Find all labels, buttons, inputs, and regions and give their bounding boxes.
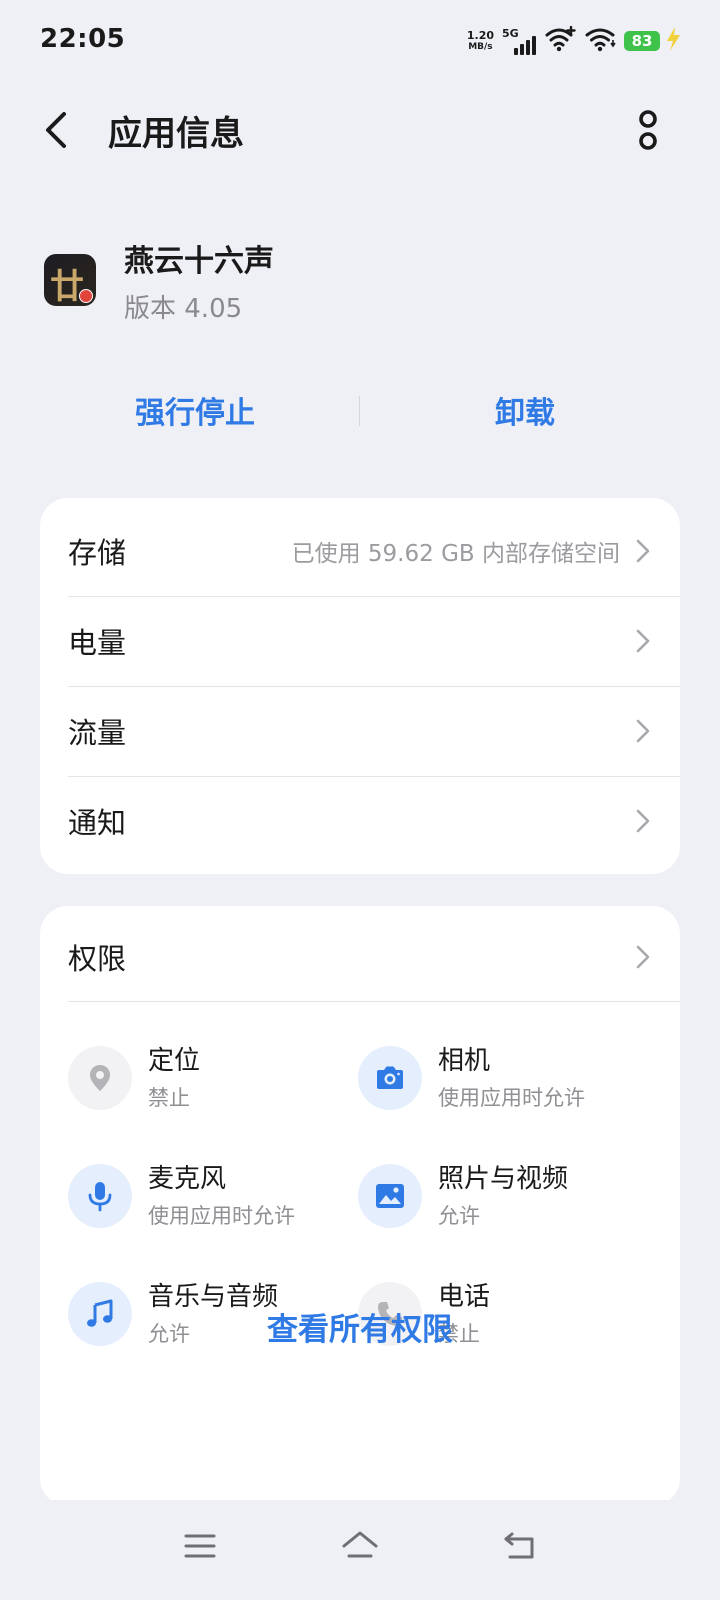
storage-label: 存储 [68,536,127,570]
recents-button[interactable] [176,1522,224,1570]
chevron-left-icon [46,112,66,148]
app-version: 版本 4.05 [124,294,243,324]
chevron-right-icon [636,539,650,563]
app-info: 廿 燕云十六声 版本 4.05 [44,232,664,332]
charging-bolt-icon [664,26,682,56]
view-all-permissions-button[interactable]: 查看所有权限 [40,1304,680,1349]
wifi-icon [584,26,616,56]
permission-name: 定位 [148,1046,201,1076]
app-icon-glyph: 廿 [50,267,84,306]
wifi-plus-icon [544,25,576,56]
more-options-button[interactable] [628,102,668,158]
system-navigation-bar [0,1500,720,1600]
storage-value: 已使用 59.62 GB 内部存储空间 [291,541,620,567]
permission-status: 使用应用时允许 [148,1204,295,1228]
data-usage-label: 流量 [68,716,127,750]
permission-status: 使用应用时允许 [438,1086,585,1110]
data-usage-row[interactable]: 流量 [40,686,680,776]
notifications-label: 通知 [68,806,127,840]
permissions-row[interactable]: 权限 [40,912,680,1002]
chevron-right-icon [636,809,650,833]
permission-name: 麦克风 [148,1164,227,1194]
permissions-label: 权限 [68,942,127,976]
settings-card: 存储 已使用 59.62 GB 内部存储空间 电量 流量 通知 [40,498,680,874]
network-speed: 1.20 MB/s [467,29,494,53]
location-icon [68,1046,132,1110]
permission-status: 禁止 [148,1086,190,1110]
back-nav-button[interactable] [496,1522,544,1570]
storage-row[interactable]: 存储 已使用 59.62 GB 内部存储空间 [40,506,680,596]
network-speed-unit: MB/s [468,42,493,52]
permission-microphone[interactable]: 麦克风 使用应用时允许 [68,1156,348,1236]
back-button[interactable] [36,108,80,152]
microphone-icon [68,1164,132,1228]
chevron-right-icon [636,719,650,743]
status-bar: 22:05 1.20 MB/s 5G 83 [0,0,720,84]
status-time: 22:05 [40,24,126,54]
camera-icon [358,1046,422,1110]
permission-location[interactable]: 定位 禁止 [68,1038,348,1118]
battery-level: 83 [624,31,660,51]
permission-name: 相机 [438,1046,491,1076]
app-name: 燕云十六声 [124,244,274,279]
force-stop-button[interactable]: 强行停止 [40,380,350,440]
permission-camera[interactable]: 相机 使用应用时允许 [358,1038,638,1118]
home-icon [342,1531,378,1558]
app-icon-badge [79,289,93,303]
page-title: 应用信息 [108,114,244,154]
home-button[interactable] [336,1522,384,1570]
chevron-right-icon [636,629,650,653]
permission-photos-videos[interactable]: 照片与视频 允许 [358,1156,638,1236]
more-vertical-icon [639,110,657,150]
cellular-signal-icon: 5G [502,27,536,55]
permissions-card: 权限 定位 禁止 相机 使用应用时允许 麦克风 使用应用时允许 照片与视频 允许… [40,906,680,1506]
photo-icon [358,1164,422,1228]
action-divider [359,396,360,426]
action-row: 强行停止 卸载 [40,380,680,440]
battery-usage-label: 电量 [68,626,127,660]
menu-icon [184,1534,216,1558]
app-header: 应用信息 [0,90,720,170]
notifications-row[interactable]: 通知 [40,776,680,866]
battery-usage-row[interactable]: 电量 [40,596,680,686]
network-speed-value: 1.20 [466,29,494,42]
status-icons: 1.20 MB/s 5G 83 [467,25,682,56]
back-arrow-icon [504,1532,534,1559]
app-icon: 廿 [44,254,96,306]
permission-status: 允许 [438,1204,480,1228]
uninstall-button[interactable]: 卸载 [370,380,680,440]
permission-name: 照片与视频 [438,1164,569,1194]
chevron-right-icon [636,945,650,969]
battery-indicator: 83 [624,26,682,56]
